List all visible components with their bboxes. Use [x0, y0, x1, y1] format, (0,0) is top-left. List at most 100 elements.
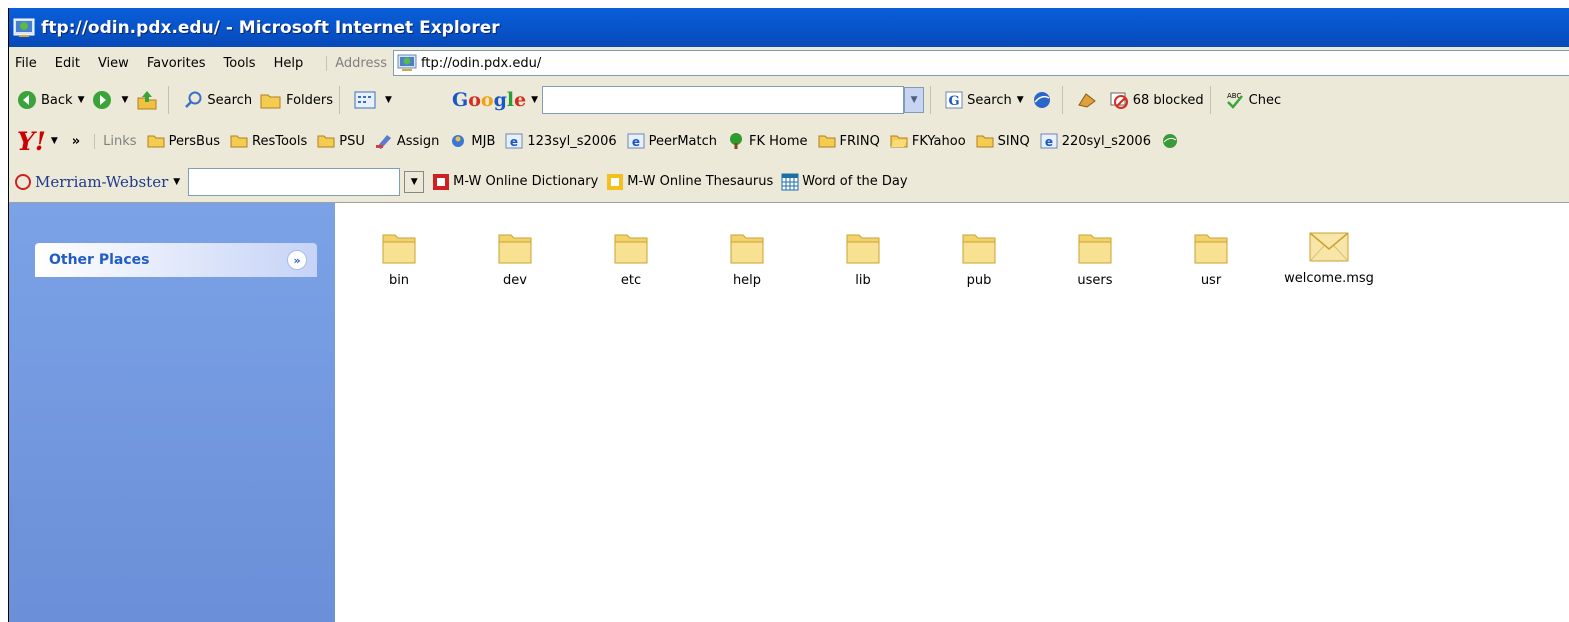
folder-icon: [498, 234, 532, 264]
link-restools[interactable]: ResTools: [230, 134, 307, 149]
mw-search-input[interactable]: [188, 167, 401, 196]
yahoo-dropdown-icon[interactable]: ▼: [51, 136, 58, 146]
folders-icon: [260, 94, 281, 109]
forward-button[interactable]: ▼: [92, 90, 128, 110]
folder-icon: [614, 234, 648, 264]
ie-link-icon: e: [627, 133, 645, 149]
pagerank-button[interactable]: [1077, 91, 1101, 109]
file-item-etc[interactable]: etc: [581, 229, 681, 288]
address-value: ftp://odin.pdx.edu/: [421, 55, 542, 71]
link-220syl[interactable]: e 220syl_s2006: [1040, 133, 1151, 149]
back-button[interactable]: Back ▼: [17, 90, 84, 110]
title-bar[interactable]: ftp://odin.pdx.edu/ - Microsoft Internet…: [9, 8, 1569, 47]
file-item-help[interactable]: help: [697, 229, 797, 288]
ie-link-icon: e: [1040, 133, 1058, 149]
mw-ring-icon: [15, 173, 31, 190]
google-history-dropdown[interactable]: ▼: [904, 87, 925, 113]
back-dropdown-icon[interactable]: ▼: [78, 95, 85, 105]
menu-tools[interactable]: Tools: [215, 56, 265, 71]
file-item-pub[interactable]: pub: [929, 229, 1029, 288]
yahoo-logo[interactable]: Y!: [17, 127, 46, 156]
toolbar-separator: [930, 86, 932, 114]
pagerank-icon: [1077, 93, 1096, 108]
link-peermatch[interactable]: e PeerMatch: [627, 133, 717, 149]
toolbar-separator: [339, 86, 341, 114]
mw-word-of-day-button[interactable]: Word of the Day: [781, 173, 908, 191]
menu-help[interactable]: Help: [265, 56, 313, 71]
other-places-title: Other Places: [49, 252, 150, 268]
standard-toolbar: Back ▼ ▼ Search Folders ▼ Google ▼ ▼ G S…: [9, 79, 1569, 122]
google-menu-icon[interactable]: ▼: [531, 95, 538, 105]
google-search-input[interactable]: [542, 86, 905, 114]
folders-button[interactable]: Folders: [260, 91, 333, 109]
google-logo[interactable]: Google: [452, 89, 526, 111]
folder-icon: [730, 234, 764, 264]
file-item-welcome-msg[interactable]: welcome.msg: [1279, 229, 1379, 286]
link-psu[interactable]: PSU: [317, 134, 365, 149]
search-icon: [185, 91, 202, 108]
chevron-expand-icon[interactable]: »: [287, 250, 307, 270]
open-folder-icon: [890, 135, 908, 148]
globe-icon: [1162, 134, 1177, 148]
menu-file[interactable]: File: [9, 56, 46, 71]
link-assign[interactable]: Assign: [375, 133, 439, 149]
views-button[interactable]: ▼: [354, 91, 392, 109]
google-search-dropdown-icon[interactable]: ▼: [1017, 95, 1024, 105]
links-toolbar: Y! ▼ » Links PersBus ResTools PSU Assign…: [9, 121, 1569, 162]
link-mjb[interactable]: MJB: [449, 133, 495, 149]
mw-logo[interactable]: Merriam-Webster: [15, 173, 168, 191]
page-info-button[interactable]: [1032, 90, 1056, 110]
search-label: Search: [207, 92, 253, 108]
mjb-icon: [452, 135, 465, 147]
folder-icon: [818, 135, 836, 148]
content-area: Other Places » bin dev etc help lib pub: [9, 202, 1569, 622]
menu-edit[interactable]: Edit: [46, 56, 89, 71]
spellcheck-icon: ABC: [1227, 92, 1243, 109]
google-search-label: Search: [967, 92, 1012, 108]
toolbar-separator: [1061, 86, 1063, 114]
envelope-icon: [1309, 232, 1349, 262]
file-item-bin[interactable]: bin: [349, 229, 449, 288]
back-arrow-icon: [18, 91, 36, 109]
link-frinq[interactable]: FRINQ: [818, 134, 880, 149]
link-fk-home[interactable]: FK Home: [727, 132, 808, 150]
up-folder-button[interactable]: [136, 90, 162, 110]
forward-dropdown-icon[interactable]: ▼: [121, 95, 128, 105]
link-fkyahoo[interactable]: FKYahoo: [890, 134, 966, 149]
search-button[interactable]: Search: [183, 90, 252, 110]
svg-text:e: e: [632, 135, 640, 149]
google-search-button[interactable]: G Search ▼: [945, 91, 1024, 109]
mw-dictionary-button[interactable]: M-W Online Dictionary: [432, 173, 598, 191]
popup-blocked-count: 68 blocked: [1132, 92, 1204, 108]
menu-favorites[interactable]: Favorites: [138, 56, 215, 71]
mw-thesaurus-button[interactable]: M-W Online Thesaurus: [606, 173, 773, 191]
calendar-icon: [781, 173, 799, 190]
other-places-header[interactable]: Other Places »: [35, 243, 317, 277]
popup-blocker-button[interactable]: 68 blocked: [1109, 91, 1204, 109]
svg-text:e: e: [1045, 135, 1053, 149]
link-persbus[interactable]: PersBus: [147, 134, 220, 149]
address-field[interactable]: ftp://odin.pdx.edu/: [393, 50, 1569, 76]
ie-page-icon: [13, 18, 35, 37]
toolbar-separator: [1209, 86, 1211, 114]
file-item-usr[interactable]: usr: [1161, 229, 1261, 288]
tree-icon: [730, 133, 743, 149]
chevron-more-icon[interactable]: »: [72, 134, 80, 149]
forward-arrow-icon: [93, 91, 112, 109]
link-sinq[interactable]: SINQ: [976, 134, 1030, 149]
menu-view[interactable]: View: [89, 56, 138, 71]
folder-icon: [962, 234, 996, 264]
mw-input-dropdown[interactable]: ▼: [404, 170, 425, 193]
mw-dropdown-icon[interactable]: ▼: [173, 177, 180, 187]
assign-icon: [375, 135, 391, 149]
popup-blocked-icon: [1110, 92, 1128, 109]
link-123syl[interactable]: e 123syl_s2006: [505, 133, 617, 149]
folder-icon: [317, 135, 335, 148]
file-item-lib[interactable]: lib: [813, 229, 913, 288]
spellcheck-button[interactable]: ABC Chec: [1225, 90, 1281, 110]
link-partial[interactable]: [1161, 132, 1183, 150]
views-dropdown-icon[interactable]: ▼: [385, 95, 392, 105]
task-pane: Other Places »: [9, 203, 335, 622]
file-item-dev[interactable]: dev: [465, 229, 565, 288]
file-item-users[interactable]: users: [1045, 229, 1145, 288]
